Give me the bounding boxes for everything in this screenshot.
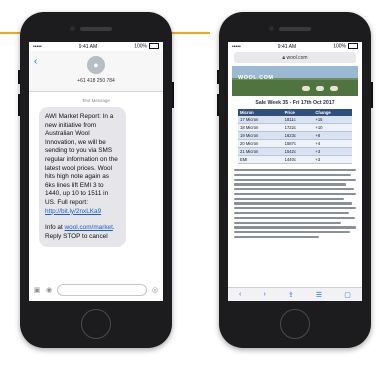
page-title: Sale Week 35 - Fri 17th Oct 2017 <box>255 100 335 106</box>
site-logo[interactable]: WOOL.COM <box>238 75 273 81</box>
accent-line-left <box>0 32 20 34</box>
status-time: 9:41 AM <box>78 43 98 50</box>
info-link[interactable]: wool.com/market <box>65 224 113 231</box>
phone-browser: ••••• 9:41 AM 100% 🔒︎ wool.com WOOL.COM … <box>217 12 373 348</box>
url-text: wool.com <box>286 54 308 61</box>
status-bar: ••••• 9:41 AM 100% <box>29 42 163 51</box>
apps-icon[interactable]: ◉ <box>45 286 53 294</box>
power-button <box>371 82 373 108</box>
table-row: 19 Micron 1623c +8 <box>238 131 352 140</box>
battery-icon <box>148 43 159 50</box>
message-timestamp: Text Message <box>82 98 110 103</box>
status-bar: ••••• 9:41 AM 100% <box>228 42 362 51</box>
camera-icon[interactable]: ▣ <box>33 286 41 294</box>
messages-screen: ••••• 9:41 AM 100% ‹ ● +61 418 250 784 T… <box>29 42 163 301</box>
message-bubble[interactable]: AWI Market Report: In a new initiative f… <box>39 107 126 248</box>
sender-number[interactable]: +61 418 250 784 <box>29 78 163 84</box>
share-icon[interactable]: ⇪ <box>288 291 294 299</box>
battery-icon <box>347 43 358 50</box>
address-bar[interactable]: 🔒︎ wool.com <box>234 52 356 63</box>
table-row: EMI 1440c +3 <box>238 155 352 164</box>
phone-messages: ••••• 9:41 AM 100% ‹ ● +61 418 250 784 T… <box>18 12 174 348</box>
table-row: 18 Micron 1722c +10 <box>238 123 352 132</box>
signal-indicator: ••••• <box>33 43 42 50</box>
sheep-graphic <box>316 86 324 91</box>
home-button[interactable] <box>280 309 310 339</box>
back-icon[interactable]: ‹ <box>239 291 241 298</box>
home-button[interactable] <box>81 309 111 339</box>
battery-indicator: 100% <box>333 43 358 50</box>
signal-indicator: ••••• <box>232 43 241 50</box>
browser-toolbar: ‹ › ⇪ ☰ ▢ <box>228 287 362 301</box>
earpiece-speaker <box>279 27 311 31</box>
earpiece-speaker <box>80 27 112 31</box>
article-text <box>234 169 356 239</box>
volume-down-button <box>18 94 20 116</box>
volume-up-button <box>18 70 20 84</box>
lock-icon: 🔒︎ <box>282 54 286 61</box>
person-icon[interactable]: ● <box>87 56 105 74</box>
power-button <box>172 82 174 108</box>
table-row: 17 Micron 1811c +15 <box>238 116 352 124</box>
page-banner: WOOL.COM <box>232 66 358 96</box>
volume-down-button <box>217 94 219 116</box>
accent-line-middle <box>170 32 210 34</box>
sheep-graphic <box>302 86 310 91</box>
table-header: Price <box>282 109 314 116</box>
mic-icon[interactable]: ◎ <box>151 286 159 294</box>
message-footer: Info at wool.com/market. Reply STOP to c… <box>45 224 115 240</box>
sheep-graphic <box>330 86 338 91</box>
battery-indicator: 100% <box>134 43 159 50</box>
browser-screen: ••••• 9:41 AM 100% 🔒︎ wool.com WOOL.COM … <box>228 42 362 301</box>
bookmarks-icon[interactable]: ☰ <box>316 291 322 299</box>
message-composer: ▣ ◉ ◎ <box>29 283 163 297</box>
table-row: 21 Micron 1542c +3 <box>238 147 352 156</box>
front-camera <box>70 26 75 31</box>
tabs-icon[interactable]: ▢ <box>344 291 351 299</box>
status-time: 9:41 AM <box>277 43 297 50</box>
conversation-header: ‹ ● +61 418 250 784 <box>29 51 163 92</box>
message-input[interactable] <box>57 284 147 296</box>
price-table: Micron Price Change 17 Micron 1811c +15 18… <box>238 109 352 164</box>
front-camera <box>269 26 274 31</box>
volume-up-button <box>217 70 219 84</box>
table-header: Change <box>313 109 352 116</box>
table-header: Micron <box>238 109 283 116</box>
table-row: 20 Micron 1587c +4 <box>238 139 352 148</box>
report-link[interactable]: http://bit.ly/2nxLKa9 <box>45 208 101 215</box>
chevron-left-icon[interactable]: ‹ <box>34 56 37 67</box>
message-body: AWI Market Report: In a new initiative f… <box>45 113 118 215</box>
forward-icon[interactable]: › <box>263 291 265 298</box>
